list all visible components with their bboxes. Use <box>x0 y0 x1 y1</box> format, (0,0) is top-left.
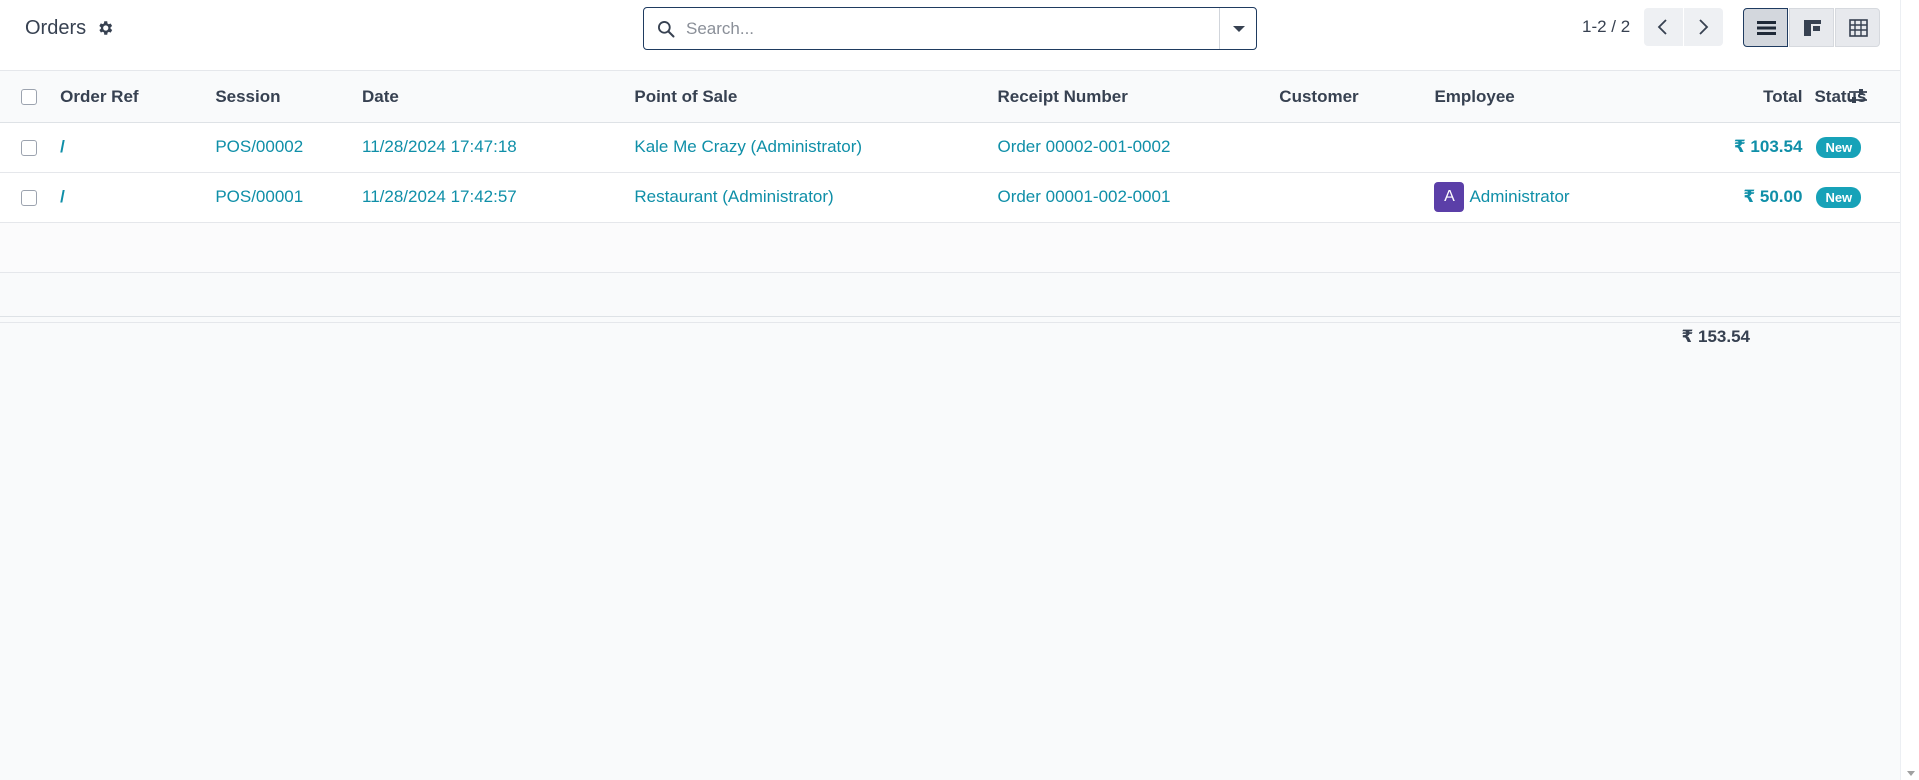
column-header-order-ref[interactable]: Order Ref <box>60 72 216 123</box>
column-header-employee[interactable]: Employee <box>1434 72 1646 123</box>
cell-total[interactable]: ₹ 50.00 <box>1698 172 1815 223</box>
status-badge: New <box>1816 136 1862 158</box>
scroll-down-arrow-icon[interactable] <box>1907 771 1915 776</box>
cell-receipt-number[interactable]: Order 00001-002-0001 <box>997 172 1280 223</box>
chevron-right-icon <box>1699 19 1709 35</box>
cell-status[interactable]: New <box>1814 172 1900 223</box>
select-all-cell[interactable] <box>0 72 61 123</box>
pivot-view-button[interactable] <box>1835 8 1880 47</box>
cell-customer[interactable] <box>1279 172 1435 223</box>
cell-total[interactable]: ₹ 103.54 <box>1698 122 1815 173</box>
cell-customer[interactable] <box>1279 122 1435 173</box>
avatar[interactable]: A <box>1434 182 1465 212</box>
select-all-checkbox[interactable] <box>21 89 37 106</box>
cell-date[interactable]: 11/28/2024 17:47:18 <box>362 122 635 173</box>
control-panel: Orders 1-2 / 2 <box>0 0 1900 71</box>
column-header-customer[interactable]: Customer <box>1279 72 1435 123</box>
vertical-scrollbar[interactable] <box>1900 0 1919 780</box>
empty-row <box>0 222 1900 273</box>
cell-employee[interactable]: A Administrator <box>1434 172 1646 223</box>
table-row[interactable]: / POS/00002 11/28/2024 17:47:18 Kale Me … <box>0 122 1900 173</box>
row-select-cell[interactable] <box>0 122 61 173</box>
column-header-receipt-number[interactable]: Receipt Number <box>997 72 1280 123</box>
footer-divider <box>0 316 1900 317</box>
kanban-view-button[interactable] <box>1789 8 1834 47</box>
column-header-total-label: Total <box>1763 86 1803 106</box>
status-badge: New <box>1816 186 1862 208</box>
caret-down-icon <box>1233 26 1245 32</box>
kanban-view-icon <box>1804 20 1821 36</box>
table-row[interactable]: / POS/00001 11/28/2024 17:42:57 Restaura… <box>0 172 1900 223</box>
pager-previous-button[interactable] <box>1644 8 1683 46</box>
gear-icon[interactable] <box>96 19 114 37</box>
row-select-cell[interactable] <box>0 172 61 223</box>
cell-point-of-sale[interactable]: Kale Me Crazy (Administrator) <box>634 122 998 173</box>
cell-employee[interactable] <box>1434 122 1646 173</box>
cell-session[interactable]: POS/00002 <box>215 122 363 173</box>
column-header-point-of-sale[interactable]: Point of Sale <box>634 72 998 123</box>
pager-value[interactable]: 1-2 / 2 <box>1582 17 1630 37</box>
pivot-view-icon <box>1849 19 1868 37</box>
cell-session[interactable]: POS/00001 <box>215 172 363 223</box>
table-header-row: Order Ref Session Date Point of Sale Rec… <box>0 72 1900 123</box>
sliders-icon[interactable] <box>1848 87 1868 105</box>
list-view-icon <box>1757 21 1776 35</box>
pager-next-button[interactable] <box>1684 8 1723 46</box>
column-header-date[interactable]: Date <box>362 72 635 123</box>
search-icon <box>658 21 675 38</box>
column-header-session[interactable]: Session <box>215 72 363 123</box>
search-box <box>643 7 1257 50</box>
row-checkbox[interactable] <box>21 189 37 206</box>
cell-date[interactable]: 11/28/2024 17:42:57 <box>362 172 635 223</box>
aggregate-total: ₹ 153.54 <box>1681 327 1750 346</box>
employee-name[interactable]: Administrator <box>1469 187 1569 206</box>
chevron-left-icon <box>1657 19 1667 35</box>
app: Orders 1-2 / 2 <box>0 0 1900 780</box>
orders-table: Order Ref Session Date Point of Sale Rec… <box>0 72 1900 323</box>
cell-spacer <box>1645 122 1699 173</box>
row-checkbox[interactable] <box>21 139 37 156</box>
search-options-toggle[interactable] <box>1219 8 1256 49</box>
column-header-total-spacer <box>1645 72 1699 123</box>
empty-cell <box>0 222 1900 273</box>
cell-spacer <box>1645 172 1699 223</box>
cell-receipt-number[interactable]: Order 00002-001-0002 <box>997 122 1280 173</box>
list-view-button[interactable] <box>1743 8 1788 47</box>
cell-point-of-sale[interactable]: Restaurant (Administrator) <box>634 172 998 223</box>
cell-status[interactable]: New <box>1814 122 1900 173</box>
page-title: Orders <box>25 17 87 39</box>
column-header-total[interactable]: Total <box>1698 72 1815 123</box>
cell-order-ref[interactable]: / <box>60 122 216 173</box>
empty-row <box>0 272 1900 323</box>
cell-order-ref[interactable]: / <box>60 172 216 223</box>
empty-cell <box>0 272 1900 323</box>
search-input[interactable] <box>686 16 1186 42</box>
